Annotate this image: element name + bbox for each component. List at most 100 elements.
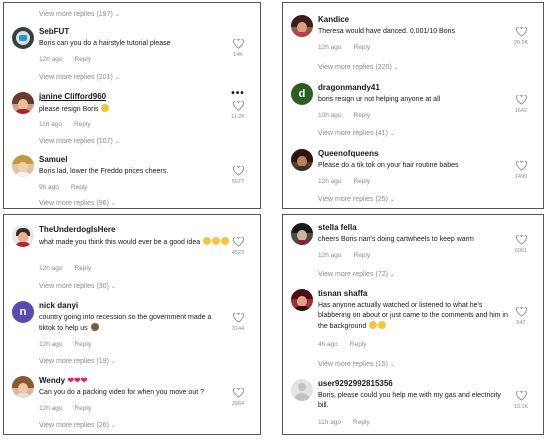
view-more-replies[interactable]: View more replies (197) ⌄ (39, 11, 120, 18)
reply-button[interactable]: Reply (350, 341, 367, 348)
timestamp: 4h ago (318, 341, 338, 348)
reply-button[interactable]: Reply (75, 265, 92, 272)
timestamp: 12h ago (39, 265, 63, 272)
view-more-replies-label: View more replies (19) (39, 358, 109, 365)
like-button[interactable]: 2664 (226, 388, 250, 407)
reply-button[interactable]: Reply (354, 44, 371, 51)
comment-meta: 12h ago Reply (39, 265, 91, 272)
like-count: 2664 (231, 401, 245, 407)
reply-button[interactable]: Reply (354, 178, 371, 185)
chevron-down-icon: ⌄ (110, 423, 116, 429)
view-more-replies-label: View more replies (107) (39, 138, 113, 145)
reply-button[interactable]: Reply (75, 341, 92, 348)
view-more-replies-label: View more replies (72) (318, 271, 388, 278)
like-button[interactable]: 5677 (226, 166, 250, 185)
comment-text: Please do a tik tok on your hair routine… (318, 162, 459, 169)
view-more-replies-label: View more replies (197) (39, 11, 113, 18)
like-button[interactable]: 13.1K (509, 391, 533, 410)
like-count: 1499 (514, 174, 528, 180)
username[interactable]: Samuel (39, 155, 67, 164)
view-more-replies-label: View more replies (41) (318, 130, 388, 137)
avatar[interactable] (12, 92, 34, 114)
username[interactable]: user9292992815356 (318, 379, 393, 388)
username[interactable]: dragonmandy41 (318, 83, 380, 92)
username[interactable]: Wendy ❤❤❤ (39, 376, 87, 385)
timestamp: 11h ago (318, 419, 342, 426)
heart-icon (515, 95, 527, 105)
avatar[interactable] (291, 223, 313, 245)
comment-text: country going into recession so the gove… (39, 313, 219, 334)
like-count: 6061 (514, 248, 528, 254)
comment-text-body: please resign Boris (39, 106, 99, 113)
view-more-replies[interactable]: View more replies (26) ⌄ (39, 422, 116, 429)
chevron-down-icon: ⌄ (110, 284, 116, 290)
view-more-replies-label: View more replies (15) (318, 361, 388, 368)
timestamp: 9h ago (39, 184, 59, 191)
view-more-replies-label: View more replies (25) (318, 196, 388, 203)
view-more-replies[interactable]: View more replies (220) ⌄ (318, 64, 399, 71)
view-more-replies[interactable]: View more replies (201) ⌄ (39, 74, 120, 81)
view-more-replies[interactable]: View more replies (19) ⌄ (39, 358, 116, 365)
comment-text-body: what made you think this would ever be a… (39, 239, 201, 246)
chevron-down-icon: ⌄ (114, 139, 120, 145)
username-text: Wendy (39, 376, 66, 385)
like-button[interactable]: ••• 11.2K (226, 89, 250, 121)
avatar[interactable] (291, 15, 313, 37)
like-button[interactable]: 1642 (509, 95, 533, 114)
like-button[interactable]: 547 (509, 307, 533, 326)
avatar[interactable]: n (12, 301, 34, 323)
comments-panel-2: Kandice Theresa would have danced. 0.001… (282, 2, 544, 209)
avatar[interactable] (12, 155, 34, 177)
view-more-replies-label: View more replies (201) (39, 74, 113, 81)
reply-button[interactable]: Reply (71, 184, 88, 191)
comment-text: what made you think this would ever be a… (39, 237, 234, 248)
username[interactable]: nick danyi (39, 301, 78, 310)
avatar[interactable] (12, 225, 34, 247)
reply-button[interactable]: Reply (75, 405, 92, 412)
username[interactable]: Queenofqueens (318, 149, 378, 158)
comment-meta: 4h ago Reply (318, 341, 367, 348)
username[interactable]: TheUnderdogIsHere (39, 225, 115, 234)
avatar[interactable] (12, 27, 34, 49)
like-button[interactable]: 4523 (226, 237, 250, 256)
like-button[interactable]: 14K (226, 39, 250, 58)
comment-meta: 10h ago Reply (318, 112, 370, 119)
view-more-replies[interactable]: View more replies (96) ⌄ (39, 200, 116, 207)
reply-button[interactable]: Reply (354, 252, 371, 259)
username[interactable]: janine Clifford960 (39, 92, 106, 101)
comment-text: Boris lad, lower the Freddo prices cheer… (39, 168, 169, 175)
avatar[interactable] (291, 289, 313, 311)
comment-meta: 12h ago Reply (39, 56, 91, 63)
username[interactable]: tisnan shaffa (318, 289, 367, 298)
reply-button[interactable]: Reply (353, 419, 370, 426)
username[interactable]: stella fella (318, 223, 357, 232)
like-button[interactable]: 1499 (509, 161, 533, 180)
heart-emoji-icon: ❤ (74, 376, 81, 385)
view-more-replies[interactable]: View more replies (41) ⌄ (318, 130, 395, 137)
view-more-replies[interactable]: View more replies (72) ⌄ (318, 271, 395, 278)
like-button[interactable]: 3144 (226, 313, 250, 332)
view-more-replies[interactable]: View more replies (15) ⌄ (318, 361, 395, 368)
comment-meta: 12h ago Reply (318, 44, 370, 51)
comment-text: please resign Boris (39, 104, 224, 115)
username[interactable]: Kandice (318, 15, 349, 24)
reply-button[interactable]: Reply (354, 112, 371, 119)
username[interactable]: SebFUT (39, 27, 69, 36)
reply-button[interactable]: Reply (74, 121, 91, 128)
comment-text: boris resign ur not helping anyone at al… (318, 96, 441, 103)
like-count: 547 (516, 320, 526, 326)
more-options-icon[interactable]: ••• (226, 89, 250, 99)
avatar[interactable]: d (291, 83, 313, 105)
avatar[interactable] (291, 149, 313, 171)
like-button[interactable]: 20.5K (509, 27, 533, 46)
avatar[interactable] (291, 379, 313, 401)
like-count: 1642 (514, 108, 528, 114)
like-button[interactable]: 6061 (509, 235, 533, 254)
timestamp: 12h ago (318, 252, 342, 259)
view-more-replies[interactable]: View more replies (30) ⌄ (39, 283, 116, 290)
view-more-replies[interactable]: View more replies (107) ⌄ (39, 138, 120, 145)
reply-button[interactable]: Reply (75, 56, 92, 63)
grimace-emoji-icon (203, 237, 212, 245)
view-more-replies[interactable]: View more replies (25) ⌄ (318, 196, 395, 203)
avatar[interactable] (12, 376, 34, 398)
